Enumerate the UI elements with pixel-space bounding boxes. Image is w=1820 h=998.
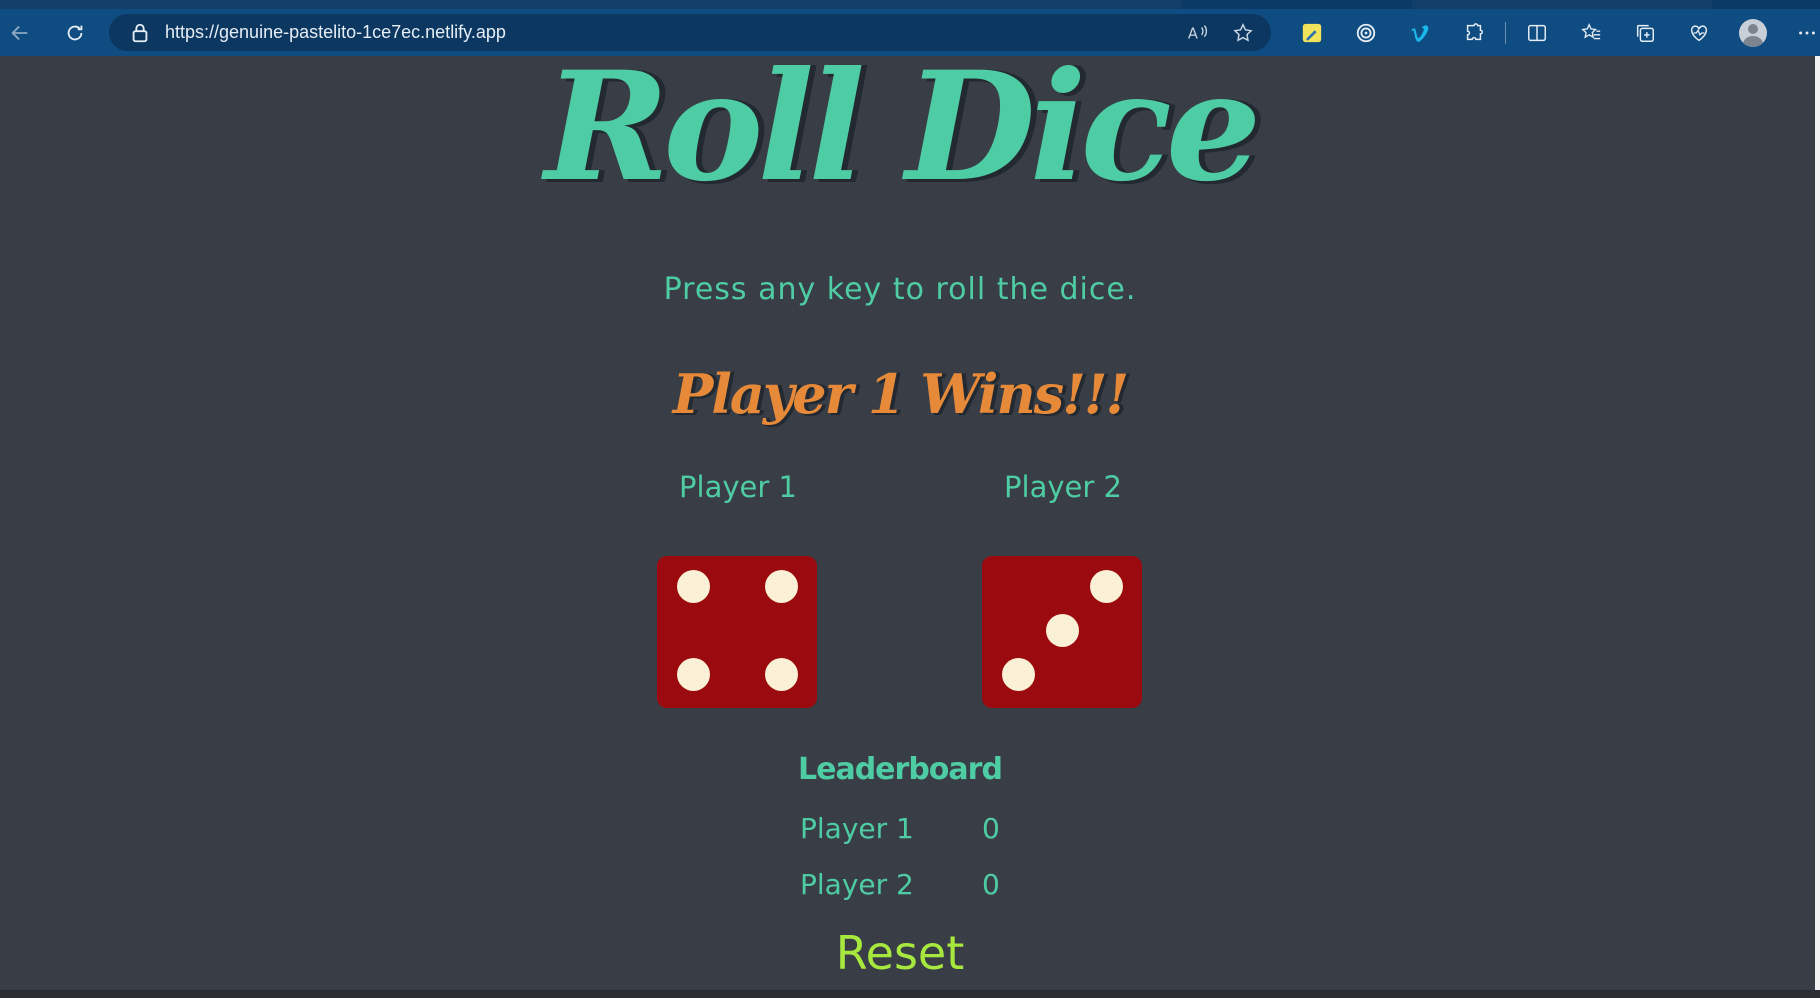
split-screen-icon[interactable] — [1510, 15, 1564, 51]
refresh-icon[interactable] — [57, 15, 93, 51]
extensions-puzzle-icon[interactable] — [1447, 15, 1501, 51]
profile-avatar[interactable] — [1726, 15, 1780, 51]
leaderboard-title: Leaderboard — [798, 752, 1003, 787]
reset-button[interactable]: Reset — [0, 926, 1800, 980]
browser-tab[interactable] — [1412, 0, 1712, 9]
die-pip — [1090, 570, 1123, 603]
reset-button-label: Reset — [835, 926, 965, 980]
leaderboard-row: Player 1 0 — [800, 812, 1000, 845]
active-tab[interactable] — [0, 0, 1182, 9]
instructions-text: Press any key to roll the dice. — [663, 272, 1137, 307]
scrollbar[interactable] — [1815, 56, 1820, 990]
url-text[interactable]: https://genuine-pastelito-1ce7ec.netlify… — [165, 22, 506, 43]
target-extension-icon[interactable] — [1339, 15, 1393, 51]
die-pip — [1002, 658, 1035, 691]
player-2-die — [982, 556, 1142, 708]
status-bar — [0, 990, 1820, 998]
avatar — [1739, 18, 1767, 47]
leaderboard-player-name: Player 2 — [800, 868, 914, 901]
vimeo-extension-icon[interactable] — [1393, 15, 1447, 51]
favorites-icon[interactable] — [1564, 15, 1618, 51]
player-2-label: Player 2 — [1004, 470, 1122, 504]
die-pip — [765, 658, 798, 691]
die-pip — [677, 570, 710, 603]
leaderboard-score: 0 — [982, 868, 1000, 901]
leaderboard-row: Player 2 0 — [800, 868, 1000, 901]
die-pip — [1046, 614, 1079, 647]
leaderboard-score: 0 — [982, 812, 1000, 845]
toolbar-divider — [1505, 21, 1506, 44]
die-pip — [765, 570, 798, 603]
page-title: Roll Dice — [544, 39, 1262, 215]
extensions-area — [1285, 9, 1820, 56]
lock-icon[interactable] — [129, 22, 151, 44]
player-1-label: Player 1 — [679, 470, 797, 504]
back-icon[interactable] — [2, 15, 38, 51]
browser-essentials-icon[interactable] — [1672, 15, 1726, 51]
player-1-die — [657, 556, 817, 708]
winner-message: Player 1 Wins!!! — [672, 362, 1129, 426]
color-picker-extension-icon[interactable] — [1285, 15, 1339, 51]
more-options-icon[interactable] — [1780, 15, 1820, 51]
leaderboard-player-name: Player 1 — [800, 812, 914, 845]
collections-icon[interactable] — [1618, 15, 1672, 51]
tab-strip — [0, 0, 1820, 9]
die-pip — [677, 658, 710, 691]
